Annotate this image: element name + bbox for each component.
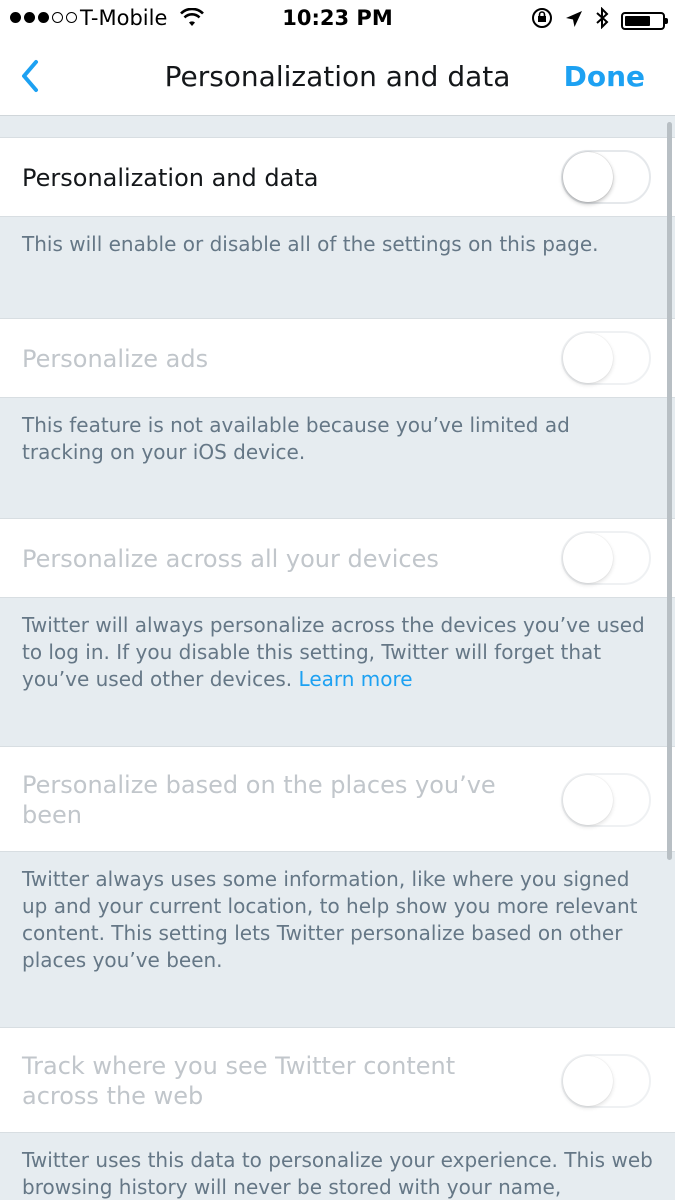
scroll-indicator[interactable] <box>667 122 672 860</box>
setting-row-track-across-web[interactable]: Track where you see Twitter content acro… <box>0 1027 675 1133</box>
personalize-based-on-places-toggle[interactable] <box>561 773 651 827</box>
toggle-knob <box>563 1056 613 1106</box>
setting-row-personalize-based-on-places[interactable]: Personalize based on the places you’ve b… <box>0 746 675 852</box>
setting-description: Twitter uses this data to personalize yo… <box>22 1148 653 1199</box>
settings-list: Personalization and data This will enabl… <box>0 116 675 1200</box>
track-across-web-toggle[interactable] <box>561 1054 651 1108</box>
setting-description: Twitter will always personalize across t… <box>22 613 645 691</box>
setting-description: This will enable or disable all of the s… <box>22 232 599 256</box>
toggle-knob <box>563 152 613 202</box>
setting-label: Track where you see Twitter content acro… <box>22 1052 456 1110</box>
bluetooth-icon <box>595 6 609 34</box>
battery-icon <box>621 11 668 30</box>
location-arrow-icon <box>565 9 583 33</box>
setting-row-personalize-across-devices[interactable]: Personalize across all your devices <box>0 518 675 598</box>
orientation-lock-icon <box>531 7 553 34</box>
done-button[interactable]: Done <box>564 60 645 93</box>
setting-description: Twitter always uses some information, li… <box>22 867 638 972</box>
setting-row-personalize-ads[interactable]: Personalize ads <box>0 318 675 398</box>
setting-label: Personalization and data <box>22 164 319 192</box>
personalization-and-data-toggle[interactable] <box>561 150 651 204</box>
personalize-across-devices-toggle[interactable] <box>561 531 651 585</box>
navigation-bar: Personalization and data Done <box>0 38 675 116</box>
setting-row-personalization-and-data[interactable]: Personalization and data <box>0 137 675 217</box>
status-bar: T-Mobile 10:23 PM <box>0 0 675 38</box>
setting-label: Personalize ads <box>22 345 209 373</box>
toggle-knob <box>563 775 613 825</box>
personalize-ads-toggle[interactable] <box>561 331 651 385</box>
toggle-knob <box>563 333 613 383</box>
setting-description: This feature is not available because yo… <box>22 413 570 464</box>
toggle-knob <box>563 533 613 583</box>
setting-label: Personalize based on the places you’ve b… <box>22 771 496 829</box>
setting-label: Personalize across all your devices <box>22 545 439 573</box>
learn-more-link[interactable]: Learn more <box>299 667 413 691</box>
